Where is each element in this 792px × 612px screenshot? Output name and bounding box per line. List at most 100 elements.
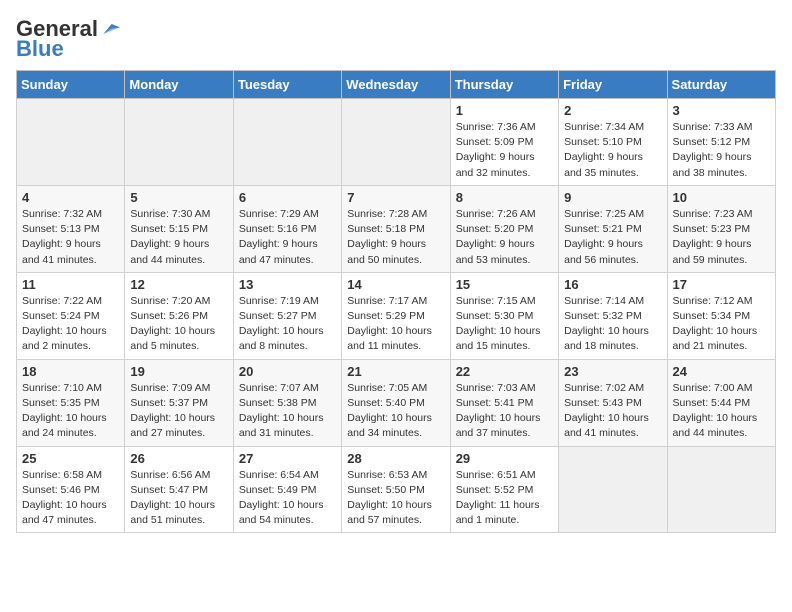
logo-blue: Blue (16, 36, 64, 62)
day-number: 22 (456, 364, 553, 379)
calendar-table: SundayMondayTuesdayWednesdayThursdayFrid… (16, 70, 776, 533)
calendar-day-cell: 18 Sunrise: 7:10 AM Sunset: 5:35 PM Dayli… (17, 359, 125, 446)
calendar-day-cell (667, 446, 775, 533)
day-number: 26 (130, 451, 227, 466)
day-info: Sunrise: 7:34 AM Sunset: 5:10 PM Dayligh… (564, 120, 661, 181)
calendar-day-cell: 7 Sunrise: 7:28 AM Sunset: 5:18 PM Daylig… (342, 185, 450, 272)
day-number: 24 (673, 364, 770, 379)
day-info: Sunrise: 7:32 AM Sunset: 5:13 PM Dayligh… (22, 207, 119, 268)
logo-bird-icon (100, 22, 120, 36)
calendar-day-cell: 1 Sunrise: 7:36 AM Sunset: 5:09 PM Daylig… (450, 99, 558, 186)
day-number: 13 (239, 277, 336, 292)
day-number: 3 (673, 103, 770, 118)
day-info: Sunrise: 6:56 AM Sunset: 5:47 PM Dayligh… (130, 468, 227, 529)
calendar-day-cell: 14 Sunrise: 7:17 AM Sunset: 5:29 PM Dayli… (342, 272, 450, 359)
day-info: Sunrise: 7:17 AM Sunset: 5:29 PM Dayligh… (347, 294, 444, 355)
calendar-day-cell: 5 Sunrise: 7:30 AM Sunset: 5:15 PM Daylig… (125, 185, 233, 272)
calendar-day-cell: 6Sunrise: 7:29 AM Sunset: 5:16 PM Daylig… (233, 185, 341, 272)
calendar-day-cell (342, 99, 450, 186)
calendar-day-cell: 10 Sunrise: 7:23 AM Sunset: 5:23 PM Dayli… (667, 185, 775, 272)
day-number: 6 (239, 190, 336, 205)
weekday-header: Wednesday (342, 71, 450, 99)
day-info: Sunrise: 7:12 AM Sunset: 5:34 PM Dayligh… (673, 294, 770, 355)
calendar-day-cell: 20 Sunrise: 7:07 AM Sunset: 5:38 PM Dayli… (233, 359, 341, 446)
calendar-day-cell: 26 Sunrise: 6:56 AM Sunset: 5:47 PM Dayli… (125, 446, 233, 533)
day-info: Sunrise: 7:03 AM Sunset: 5:41 PM Dayligh… (456, 381, 553, 442)
day-number: 2 (564, 103, 661, 118)
calendar-day-cell: 12 Sunrise: 7:20 AM Sunset: 5:26 PM Dayli… (125, 272, 233, 359)
day-number: 20 (239, 364, 336, 379)
weekday-header: Sunday (17, 71, 125, 99)
day-number: 23 (564, 364, 661, 379)
day-number: 15 (456, 277, 553, 292)
day-info: Sunrise: 7:30 AM Sunset: 5:15 PM Dayligh… (130, 207, 227, 268)
day-info: Sunrise: 7:00 AM Sunset: 5:44 PM Dayligh… (673, 381, 770, 442)
calendar-week-row: 18 Sunrise: 7:10 AM Sunset: 5:35 PM Dayli… (17, 359, 776, 446)
day-info: Sunrise: 7:36 AM Sunset: 5:09 PM Dayligh… (456, 120, 553, 181)
day-info: Sunrise: 7:02 AM Sunset: 5:43 PM Dayligh… (564, 381, 661, 442)
calendar-week-row: 1 Sunrise: 7:36 AM Sunset: 5:09 PM Daylig… (17, 99, 776, 186)
day-info: Sunrise: 7:15 AM Sunset: 5:30 PM Dayligh… (456, 294, 553, 355)
day-info: Sunrise: 6:51 AM Sunset: 5:52 PM Dayligh… (456, 468, 553, 529)
calendar-day-cell: 9Sunrise: 7:25 AM Sunset: 5:21 PM Daylig… (559, 185, 667, 272)
day-number: 5 (130, 190, 227, 205)
calendar-day-cell (125, 99, 233, 186)
day-number: 7 (347, 190, 444, 205)
day-info: Sunrise: 7:10 AM Sunset: 5:35 PM Dayligh… (22, 381, 119, 442)
day-number: 1 (456, 103, 553, 118)
day-info: Sunrise: 7:23 AM Sunset: 5:23 PM Dayligh… (673, 207, 770, 268)
day-number: 11 (22, 277, 119, 292)
day-number: 19 (130, 364, 227, 379)
calendar-day-cell: 15 Sunrise: 7:15 AM Sunset: 5:30 PM Dayli… (450, 272, 558, 359)
calendar-day-cell (17, 99, 125, 186)
calendar-day-cell (559, 446, 667, 533)
day-number: 16 (564, 277, 661, 292)
day-info: Sunrise: 6:54 AM Sunset: 5:49 PM Dayligh… (239, 468, 336, 529)
day-info: Sunrise: 7:26 AM Sunset: 5:20 PM Dayligh… (456, 207, 553, 268)
weekday-header: Friday (559, 71, 667, 99)
day-info: Sunrise: 7:22 AM Sunset: 5:24 PM Dayligh… (22, 294, 119, 355)
logo: General Blue (16, 16, 120, 62)
page-header: General Blue (16, 16, 776, 62)
day-number: 27 (239, 451, 336, 466)
day-info: Sunrise: 7:25 AM Sunset: 5:21 PM Dayligh… (564, 207, 661, 268)
calendar-header: SundayMondayTuesdayWednesdayThursdayFrid… (17, 71, 776, 99)
day-info: Sunrise: 7:09 AM Sunset: 5:37 PM Dayligh… (130, 381, 227, 442)
day-info: Sunrise: 7:05 AM Sunset: 5:40 PM Dayligh… (347, 381, 444, 442)
calendar-day-cell: 24 Sunrise: 7:00 AM Sunset: 5:44 PM Dayli… (667, 359, 775, 446)
day-info: Sunrise: 7:28 AM Sunset: 5:18 PM Dayligh… (347, 207, 444, 268)
calendar-day-cell: 3 Sunrise: 7:33 AM Sunset: 5:12 PM Daylig… (667, 99, 775, 186)
day-info: Sunrise: 7:07 AM Sunset: 5:38 PM Dayligh… (239, 381, 336, 442)
calendar-week-row: 25 Sunrise: 6:58 AM Sunset: 5:46 PM Dayli… (17, 446, 776, 533)
calendar-week-row: 11 Sunrise: 7:22 AM Sunset: 5:24 PM Dayli… (17, 272, 776, 359)
day-info: Sunrise: 7:14 AM Sunset: 5:32 PM Dayligh… (564, 294, 661, 355)
calendar-day-cell: 16 Sunrise: 7:14 AM Sunset: 5:32 PM Dayli… (559, 272, 667, 359)
day-number: 10 (673, 190, 770, 205)
calendar-day-cell: 19 Sunrise: 7:09 AM Sunset: 5:37 PM Dayli… (125, 359, 233, 446)
calendar-day-cell: 8 Sunrise: 7:26 AM Sunset: 5:20 PM Daylig… (450, 185, 558, 272)
calendar-body: 1 Sunrise: 7:36 AM Sunset: 5:09 PM Daylig… (17, 99, 776, 533)
calendar-day-cell: 21Sunrise: 7:05 AM Sunset: 5:40 PM Dayli… (342, 359, 450, 446)
day-number: 29 (456, 451, 553, 466)
day-number: 4 (22, 190, 119, 205)
day-number: 8 (456, 190, 553, 205)
calendar-day-cell: 28 Sunrise: 6:53 AM Sunset: 5:50 PM Dayli… (342, 446, 450, 533)
day-info: Sunrise: 6:58 AM Sunset: 5:46 PM Dayligh… (22, 468, 119, 529)
day-info: Sunrise: 7:33 AM Sunset: 5:12 PM Dayligh… (673, 120, 770, 181)
weekday-header: Tuesday (233, 71, 341, 99)
day-number: 12 (130, 277, 227, 292)
calendar-day-cell: 22 Sunrise: 7:03 AM Sunset: 5:41 PM Dayli… (450, 359, 558, 446)
day-info: Sunrise: 6:53 AM Sunset: 5:50 PM Dayligh… (347, 468, 444, 529)
day-info: Sunrise: 7:20 AM Sunset: 5:26 PM Dayligh… (130, 294, 227, 355)
weekday-header: Thursday (450, 71, 558, 99)
calendar-week-row: 4 Sunrise: 7:32 AM Sunset: 5:13 PM Daylig… (17, 185, 776, 272)
calendar-day-cell: 27 Sunrise: 6:54 AM Sunset: 5:49 PM Dayli… (233, 446, 341, 533)
day-number: 14 (347, 277, 444, 292)
day-number: 17 (673, 277, 770, 292)
calendar-day-cell: 23 Sunrise: 7:02 AM Sunset: 5:43 PM Dayli… (559, 359, 667, 446)
day-number: 25 (22, 451, 119, 466)
weekday-header: Saturday (667, 71, 775, 99)
day-number: 28 (347, 451, 444, 466)
calendar-day-cell: 2 Sunrise: 7:34 AM Sunset: 5:10 PM Daylig… (559, 99, 667, 186)
day-number: 18 (22, 364, 119, 379)
